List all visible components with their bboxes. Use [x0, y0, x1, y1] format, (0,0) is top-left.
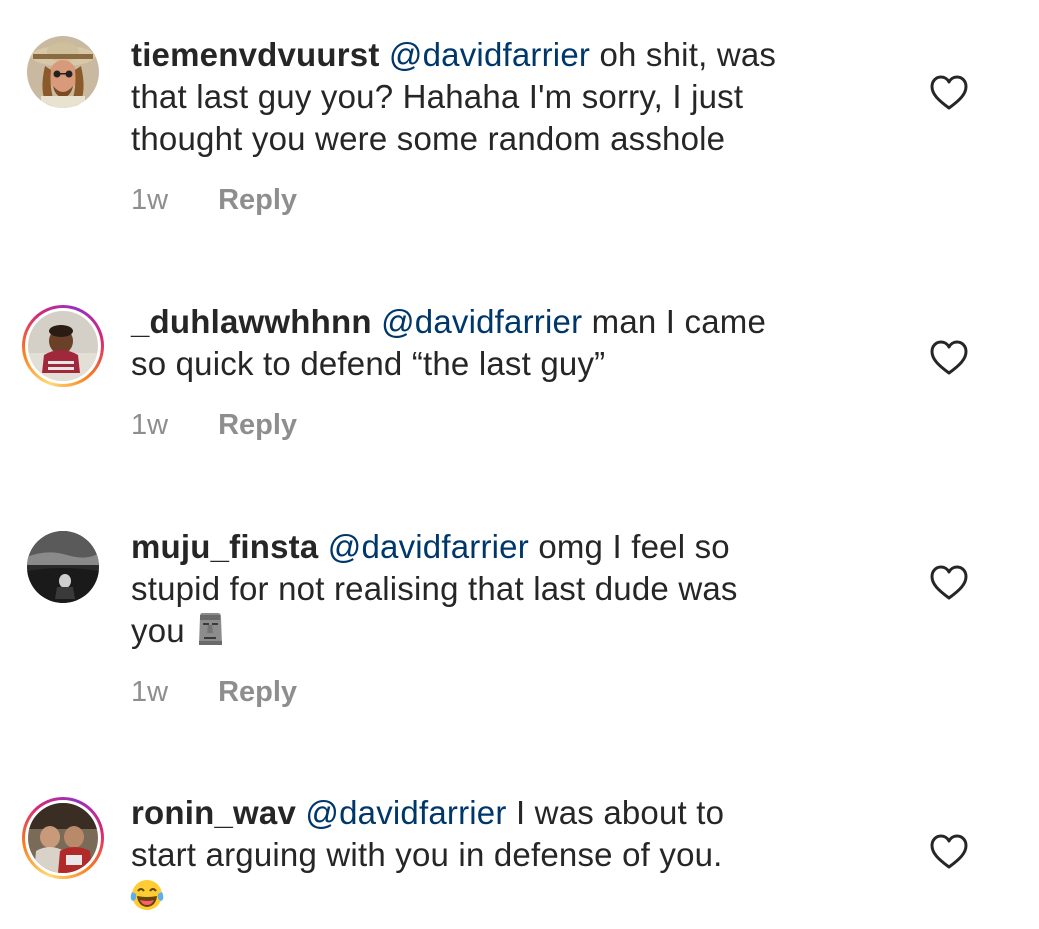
comment-timestamp: 1w: [131, 676, 169, 708]
comment-username[interactable]: _duhlawwhhnn: [131, 303, 372, 340]
comment-body-line: start arguing with you in defense of you…: [131, 836, 723, 873]
comment-meta: 1w Reply: [131, 676, 297, 709]
comment-body-line: oh shit, was: [599, 36, 777, 73]
reply-button[interactable]: Reply: [218, 409, 297, 442]
comment-body-line: I was about to: [515, 794, 725, 831]
heart-outline-icon: [930, 834, 968, 869]
comment-body-line: stupid for not realising that last dude …: [131, 570, 738, 607]
comment-body-line: omg I feel so: [538, 528, 730, 565]
like-button[interactable]: [930, 340, 968, 376]
comment-username[interactable]: ronin_wav: [131, 794, 296, 831]
heart-outline-icon: [930, 340, 968, 375]
comment-mention[interactable]: @davidfarrier: [389, 36, 590, 73]
reply-button[interactable]: Reply: [218, 676, 297, 709]
comment-meta: 1w Reply: [131, 184, 297, 217]
heart-outline-icon: [930, 75, 968, 110]
comment-mention[interactable]: @davidfarrier: [305, 794, 506, 831]
avatar[interactable]: [22, 797, 104, 879]
comment-text: _duhlawwhhnn @davidfarrier man I came so…: [131, 301, 891, 385]
like-button[interactable]: [930, 834, 968, 870]
moai-emoji: [199, 613, 223, 645]
comment-body-line: so quick to defend “the last guy”: [131, 345, 606, 382]
avatar[interactable]: [22, 31, 104, 113]
comment-username[interactable]: muju_finsta: [131, 528, 318, 565]
comment-text: muju_finsta @davidfarrier omg I feel so …: [131, 526, 891, 652]
comment-timestamp: 1w: [131, 409, 169, 441]
like-button[interactable]: [930, 565, 968, 601]
comment-text: tiemenvdvuurst @davidfarrier oh shit, wa…: [131, 34, 891, 160]
comment-body-line: you: [131, 612, 185, 649]
comment-body-line: that last guy you? Hahaha I'm sorry, I j…: [131, 78, 744, 115]
avatar[interactable]: [22, 526, 104, 608]
tears-of-joy-emoji: [130, 880, 164, 910]
comment-username[interactable]: tiemenvdvuurst: [131, 36, 380, 73]
like-button[interactable]: [930, 75, 968, 111]
comment-timestamp: 1w: [131, 184, 169, 216]
comment-body-line: thought you were some random asshole: [131, 120, 726, 157]
comment-mention[interactable]: @davidfarrier: [381, 303, 582, 340]
reply-button[interactable]: Reply: [218, 184, 297, 217]
comment-text: ronin_wav @davidfarrier I was about to s…: [130, 792, 891, 918]
avatar[interactable]: [22, 305, 104, 387]
comment-body-line: man I came: [591, 303, 767, 340]
heart-outline-icon: [930, 565, 968, 600]
comment-meta: 1w Reply: [131, 409, 297, 442]
comment-mention[interactable]: @davidfarrier: [328, 528, 529, 565]
